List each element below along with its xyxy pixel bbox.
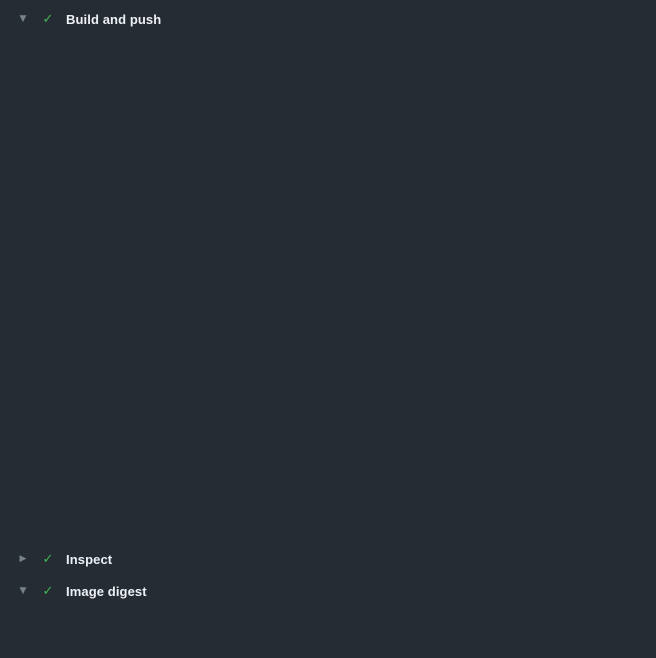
log-line: 28 — [0, 305, 656, 323]
section-title: Build and push — [66, 12, 161, 27]
chevron-down-icon[interactable]: ▼ — [17, 586, 29, 596]
log-line: 22 #1 [internal] load .dockerignore — [0, 199, 656, 217]
log-line: 16 Starting build... — [0, 92, 656, 110]
log-line: 1 ▶Run ./ — [0, 39, 656, 57]
log-line: 20 #2 DONE 0.0s — [0, 163, 656, 181]
chevron-down-icon[interactable]: ▼ — [17, 14, 29, 24]
section-title: Image digest — [66, 584, 147, 599]
check-icon: ✓ — [41, 12, 55, 27]
log-line: 18 #2 [internal] load build definition f… — [0, 128, 656, 146]
log-line: 31 #4 sha256:a15790640a6690aa1730c38cf0a… — [0, 359, 656, 377]
log-section-image-digest: ▼ ✓ Image digest 1 ▶Run echo sha256:e7ff… — [0, 578, 656, 647]
check-icon: ✓ — [41, 552, 55, 567]
section-title: Inspect — [66, 552, 112, 567]
section-body: 1 ▶Run echo sha256:e7ff8834a5963a2785c5a… — [0, 604, 656, 647]
log-section-inspect: ▶ ✓ Inspect — [0, 546, 656, 572]
chevron-right-icon[interactable]: ▶ — [17, 554, 29, 564]
log-line: 14 Using builder instance builder-single… — [0, 57, 656, 75]
log-line: 15 /usr/bin/docker buildx use --builder … — [0, 75, 656, 93]
section-body: 1 ▶Run ./ 14 Using builder instance buil… — [0, 32, 656, 536]
log-line: 34 #4 sha256:185518070891758909c9f839cf4… — [0, 412, 656, 430]
log-line: 29 #4 [1/2] FROM docker.io/library/alpin… — [0, 323, 656, 341]
section-header[interactable]: ▼ ✓ Build and push — [0, 6, 656, 32]
log-line: 30 #4 resolve docker.io/library/alpine@s… — [0, 341, 656, 359]
log-line: 24 #1 DONE 0.0s — [0, 234, 656, 252]
log-line: 25 — [0, 252, 656, 270]
log-line: 21 — [0, 181, 656, 199]
section-header[interactable]: ▶ ✓ Inspect — [0, 546, 656, 572]
log-line: 32 #4 sha256:df20fa9351a15782c64e6dddb2d… — [0, 376, 656, 394]
log-line: 35 #4 unpacking docker.io/library/alpine… — [0, 430, 656, 448]
log-line: 1 ▶Run echo sha256:e7ff8834a5963a2785c5a… — [0, 611, 656, 629]
log-line: 27 #3 DONE 0.4s — [0, 288, 656, 306]
workflow-log-viewer: ▼ ✓ Build and push 1 ▶Run ./ 14 Using bu… — [0, 0, 656, 658]
log-section-build-and-push: ▼ ✓ Build and push 1 ▶Run ./ 14 Using bu… — [0, 6, 656, 536]
log-line: 38 — [0, 483, 656, 501]
log-line: 17 /usr/bin/docker buildx build --tag lo… — [0, 110, 656, 128]
section-header[interactable]: ▼ ✓ Image digest — [0, 578, 656, 604]
log-line: 33 #4 sha256:a24bb4013296f61e89ba57005a7… — [0, 394, 656, 412]
log-line: 23 #1 transferring context: 2B 0.0s done — [0, 217, 656, 235]
log-line: 26 #3 [internal] load metadata for docke… — [0, 270, 656, 288]
log-sections: ▼ ✓ Build and push 1 ▶Run ./ 14 Using bu… — [0, 6, 656, 647]
log-line: 4 sha256:e7ff8834a5963a2785c5a0811e979d1… — [0, 629, 656, 647]
log-line: 40 #5 0.060 Hello world! — [0, 518, 656, 536]
log-line: 37 #4 DONE 0.4s — [0, 465, 656, 483]
check-icon: ✓ — [41, 584, 55, 599]
log-line: 19 #2 transferring dockerfile: 74B 0.0s … — [0, 146, 656, 164]
log-line: 39 #5 [2/2] RUN echo "Hello world!" — [0, 501, 656, 519]
log-line: 36 #4 unpacking docker.io/library/alpine… — [0, 447, 656, 465]
